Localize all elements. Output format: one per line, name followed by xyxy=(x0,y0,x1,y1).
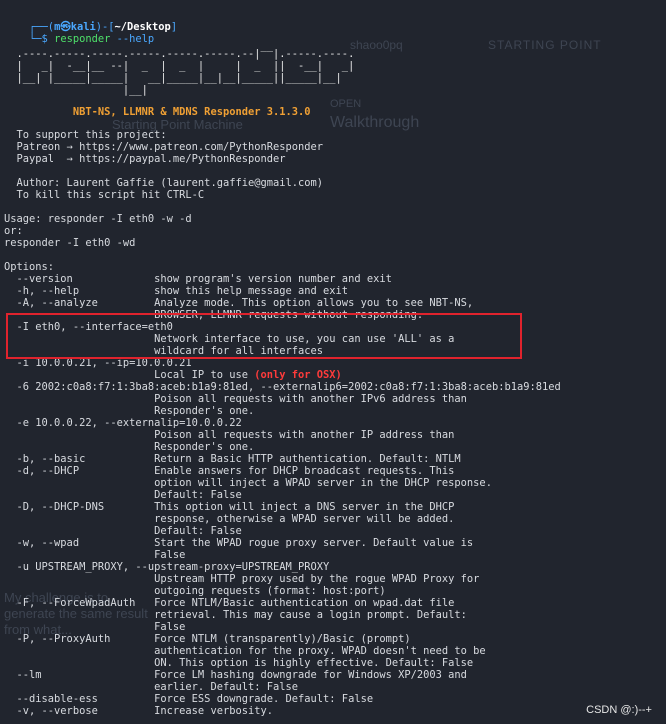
support-line: Paypal → https://paypal.me/PythonRespond… xyxy=(4,153,286,165)
option-line: Responder's one. xyxy=(4,405,255,417)
option-line: -b, --basic Return a Basic HTTP authenti… xyxy=(4,453,461,465)
option-line: -P, --ProxyAuth Force NTLM (transparentl… xyxy=(4,633,411,645)
banner-line: |__| |_____|_____| __|_____|__|__|_____|… xyxy=(4,72,342,84)
interface-option-highlight-box xyxy=(6,313,522,359)
support-line: Author: Laurent Gaffie (laurent.gaffie@g… xyxy=(4,177,324,189)
option-line: ON. This option is highly effective. Def… xyxy=(4,657,474,669)
option-line: -e 10.0.0.22, --externalip=10.0.0.22 xyxy=(4,417,242,429)
option-line: --lm Force LM hashing downgrade for Wind… xyxy=(4,669,467,681)
option-line: --disable-ess Force ESS downgrade. Defau… xyxy=(4,693,374,705)
bg-user-label: shaoo0pq xyxy=(350,38,403,52)
option-line: -w, --wpad Start the WPAD rogue proxy se… xyxy=(4,537,474,549)
option-line: -v, --verbose Increase verbosity. xyxy=(4,705,274,717)
support-line: To support this project: xyxy=(4,129,167,141)
terminal-window[interactable]: shaoo0pq STARTING POINT Starting Point M… xyxy=(0,0,666,724)
option-line: response, otherwise a WPAD server will b… xyxy=(4,513,455,525)
option-line: Poison all requests with another IP addr… xyxy=(4,429,455,441)
option-line: Poison all requests with another IPv6 ad… xyxy=(4,393,467,405)
responder-title: NBT-NS, LLMNR & MDNS Responder 3.1.3.0 xyxy=(4,106,311,118)
prompt-close: ] xyxy=(170,21,178,33)
option-line: False xyxy=(4,549,186,561)
option-line: Default: False xyxy=(4,489,242,501)
option-line: Local IP to use (only for OSX) xyxy=(4,369,342,381)
option-line: earlier. Default: False xyxy=(4,681,299,693)
usage-line: or: xyxy=(4,225,23,237)
option-line: authentication for the proxy. WPAD doesn… xyxy=(4,645,486,657)
option-line: -u UPSTREAM_PROXY, --upstream-proxy=UPST… xyxy=(4,561,330,573)
option-line: -6 2002:c0a8:f7:1:3ba8:aceb:b1a9:81ed, -… xyxy=(4,381,561,393)
usage-line: responder -I eth0 -wd xyxy=(4,237,136,249)
option-line: -A, --analyze Analyze mode. This option … xyxy=(4,297,474,309)
option-line: Default: False xyxy=(4,525,242,537)
banner-line: .----.-----.-----.-----.-----.-----.--| … xyxy=(4,48,355,60)
banner-line: | _| -__|__ --| _ | _ | | _ || -__| _| xyxy=(4,60,355,72)
banner-line: |__| xyxy=(4,84,148,96)
option-line: Upstream HTTP proxy used by the rogue WP… xyxy=(4,573,480,585)
option-line: -h, --help show this help message and ex… xyxy=(4,285,349,297)
option-line: Responder's one. xyxy=(4,441,255,453)
usage-line: Options: xyxy=(4,261,55,273)
support-line: To kill this script hit CTRL-C xyxy=(4,189,205,201)
support-line: Patreon → https://www.patreon.com/Python… xyxy=(4,141,324,153)
bg-starting-point: STARTING POINT xyxy=(488,38,602,52)
bg-walkthrough-label: Walkthrough xyxy=(330,114,420,131)
option-text: Local IP to use xyxy=(4,369,255,381)
option-line: -D, --DHCP-DNS This option will inject a… xyxy=(4,501,455,513)
bg-open-label: OPEN xyxy=(330,98,362,110)
option-line: retrieval. This may cause a login prompt… xyxy=(4,609,467,621)
option-line: --version show program's version number … xyxy=(4,273,392,285)
usage-line: Usage: responder -I eth0 -w -d xyxy=(4,213,192,225)
option-line: -d, --DHCP Enable answers for DHCP broad… xyxy=(4,465,455,477)
option-line: -F, --ForceWpadAuth Force NTLM/Basic aut… xyxy=(4,597,455,609)
option-line: False xyxy=(4,621,186,633)
osx-note: (only for OSX) xyxy=(254,369,342,381)
option-line: outgoing requests (format: host:port) xyxy=(4,585,386,597)
option-line: option will inject a WPAD server in the … xyxy=(4,477,492,489)
csdn-watermark: CSDN @:)--+ xyxy=(586,704,652,716)
